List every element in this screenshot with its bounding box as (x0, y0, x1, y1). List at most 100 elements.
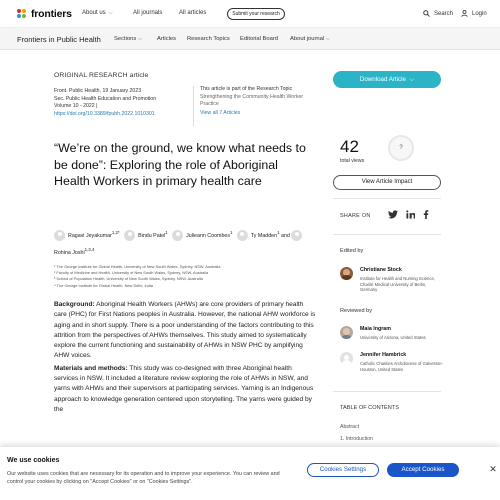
journal-navigation-bar: Frontiers in Public Health Sections ⌵ Ar… (0, 28, 500, 50)
top-navigation-bar: frontiers About us ⌵ All journals All ar… (0, 0, 500, 28)
download-article-label: Download Article (359, 76, 406, 83)
author-item[interactable]: Ty Madden1 (236, 229, 280, 241)
article-meta: Front. Public Health, 19 January 2023 Se… (54, 88, 188, 118)
author-item[interactable]: Ragavi Jeyakumar1,2* (54, 229, 120, 241)
meta-divider (193, 86, 194, 126)
divider (333, 391, 441, 392)
article-title: “We’re on the ground, we know what needs… (54, 141, 306, 188)
logo-text: frontiers (31, 8, 72, 20)
nav-about-us-label: About us (82, 10, 106, 16)
edited-by-label: Edited by (340, 248, 364, 254)
reviewer-affiliation: University of Arizona, United States (360, 335, 426, 340)
abstract-methods-text: This study was co-designed with three Ab… (54, 364, 314, 413)
nav-all-articles-label: All articles (179, 10, 207, 16)
avatar-icon (291, 229, 303, 241)
chevron-down-icon: ⌵ (108, 10, 113, 16)
author-item[interactable]: Julieann Coombes1 (172, 229, 233, 241)
total-views-count: 42 (340, 137, 359, 156)
cookie-banner: We use cookies Our website uses cookies … (0, 447, 500, 500)
editor-affiliation: Institute for Health and Nursing Science… (360, 276, 435, 293)
article-type: ORIGINAL RESEARCH article (54, 72, 149, 79)
topic-intro: This article is part of the Research Top… (200, 86, 293, 92)
author-name: Bindu Patel (138, 232, 166, 239)
chevron-down-icon: ⌵ (326, 35, 330, 42)
reviewed-by-label: Reviewed by (340, 308, 373, 314)
submit-research-button[interactable]: Submit your research (227, 8, 285, 20)
abstract-methods: Materials and methods: This study was co… (54, 364, 316, 415)
avatar-icon (54, 229, 65, 241)
search-label: Search (434, 10, 454, 17)
search-button[interactable]: Search (423, 10, 453, 17)
nav-about-us[interactable]: About us ⌵ (82, 10, 112, 16)
nav-all-journals[interactable]: All journals (133, 10, 162, 16)
reviewer-name: Jennifer Hambrick (360, 352, 407, 358)
author-affiliation-marker: 1 (229, 230, 233, 235)
abstract-background-label: Background: (54, 301, 95, 308)
topic-name-link[interactable]: Strengthening the Community Health Worke… (200, 94, 310, 108)
nav-all-articles[interactable]: All articles (179, 10, 206, 16)
editor-item[interactable]: Christiane Stock Institute for Health an… (340, 267, 444, 299)
chevron-down-icon: ⌵ (138, 35, 143, 42)
research-topic-box: This article is part of the Research Top… (200, 86, 310, 117)
nav-about-journal[interactable]: About journal ⌵ (290, 36, 330, 42)
avatar (340, 267, 353, 280)
author-list: Ragavi Jeyakumar1,2* Bindu Patel1 Juliea… (54, 226, 316, 260)
close-icon[interactable]: ✕ (488, 464, 498, 474)
cookie-title: We use cookies (7, 457, 60, 464)
reviewer-item[interactable]: Maia Ingram University of Arizona, Unite… (340, 326, 444, 346)
view-article-impact-button[interactable]: View Article Impact (333, 175, 441, 190)
author-affiliation-marker: 1,2* (111, 230, 120, 235)
abstract: Background: Aboriginal Health Workers (A… (54, 300, 316, 417)
toc-item-abstract[interactable]: Abstract (340, 424, 359, 430)
affiliation-item: ⁴ The George Institute for Global Health… (54, 282, 153, 288)
nav-research-topics[interactable]: Research Topics (187, 36, 230, 42)
avatar-icon (236, 229, 248, 241)
nav-editorial-board-label: Editorial Board (240, 35, 279, 42)
cookie-text: Our website uses cookies that are necess… (7, 471, 280, 485)
logo-mark-icon (17, 8, 28, 20)
cookies-settings-button[interactable]: Cookies Settings (307, 463, 379, 477)
nav-research-topics-label: Research Topics (187, 35, 230, 42)
nav-about-journal-label: About journal (290, 35, 325, 42)
share-on-label: SHARE ON (340, 213, 371, 219)
avatar (340, 326, 353, 339)
toc-item-introduction[interactable]: 1. Introduction (340, 436, 373, 442)
journal-name-link[interactable]: Frontiers in Public Health (17, 35, 101, 44)
author-item[interactable]: Bindu Patel1 (124, 229, 168, 241)
search-icon (423, 10, 430, 17)
share-icons (388, 210, 429, 219)
login-button[interactable]: Login (461, 10, 487, 17)
download-article-button[interactable]: Download Article ⌵ (333, 71, 441, 88)
chevron-down-icon: ⌵ (407, 76, 415, 83)
editor-name: Christiane Stock (360, 267, 402, 273)
views-info-icon[interactable]: ? (388, 135, 414, 161)
author-affiliation-marker: 1 (165, 230, 168, 235)
author-name: Ty Madden (250, 232, 278, 239)
avatar-icon (124, 229, 136, 241)
linkedin-icon[interactable] (406, 210, 415, 219)
nav-editorial-board[interactable]: Editorial Board (240, 36, 278, 42)
accept-cookies-button[interactable]: Accept Cookies (387, 463, 459, 477)
author-name: Ragavi Jeyakumar (68, 232, 112, 239)
affiliation-list: ¹ The George Institute for Global Health… (54, 264, 316, 289)
divider (333, 198, 441, 199)
facebook-icon[interactable] (423, 210, 429, 219)
reviewer-name: Maia Ingram (360, 326, 391, 332)
login-label: Login (472, 10, 487, 17)
view-all-articles-link[interactable]: View all 7 Articles (200, 110, 310, 117)
nav-articles[interactable]: Articles (157, 36, 176, 42)
abstract-background: Background: Aboriginal Health Workers (A… (54, 300, 316, 362)
total-views-label: total views (340, 158, 365, 164)
author-affiliation-marker: 1,3,4 (84, 246, 95, 252)
nav-sections[interactable]: Sections ⌵ (114, 36, 142, 42)
frontiers-logo[interactable]: frontiers (17, 8, 72, 20)
meta-section: Sec. Public Health Education and Promoti… (54, 95, 157, 102)
doi-link[interactable]: https://doi.org/10.3389/fpubh.2022.10103… (54, 111, 188, 119)
author-name: Julieann Coombes (186, 232, 230, 239)
abstract-background-text: Aboriginal Health Workers (AHWs) are cor… (54, 301, 316, 360)
twitter-icon[interactable] (388, 210, 398, 219)
avatar-placeholder-icon (340, 352, 353, 365)
meta-volume: Volume 10 - 2022 | (54, 103, 98, 109)
reviewer-item[interactable]: Jennifer Hambrick Catholic Charities Arc… (340, 352, 444, 380)
user-icon (461, 10, 468, 17)
